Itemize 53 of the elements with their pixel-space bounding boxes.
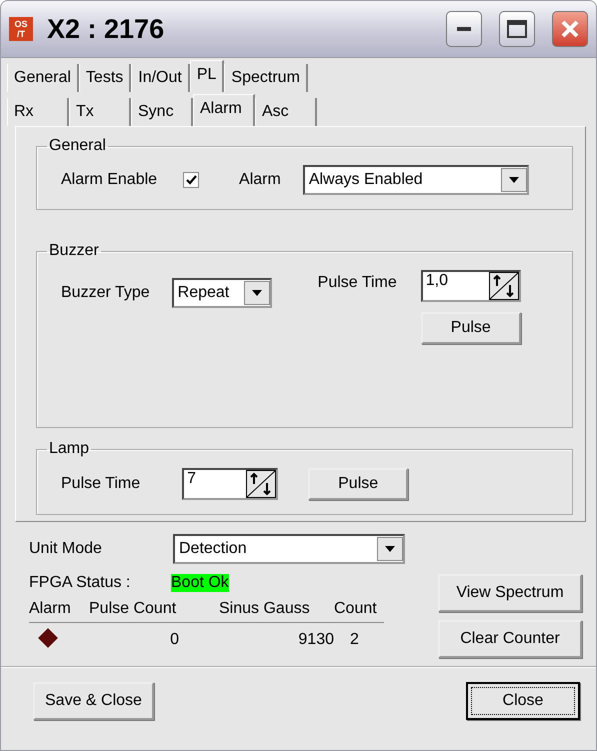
column-header: Count — [334, 600, 384, 623]
dialog-button[interactable]: Close — [466, 682, 580, 720]
table-cell-text: 9130 — [297, 630, 334, 649]
maximize-icon — [507, 20, 527, 38]
pulse-button[interactable]: Pulse — [308, 468, 408, 500]
column-header: Sinus Gauss — [219, 600, 334, 623]
field-label: Pulse Time — [61, 475, 140, 493]
dropdown[interactable]: Detection — [173, 534, 405, 564]
tab[interactable]: Tx — [69, 98, 131, 126]
action-button[interactable]: Clear Counter — [438, 620, 582, 658]
field-label: Pulse Time — [318, 274, 397, 292]
pulse-button[interactable]: Pulse — [420, 312, 521, 344]
app-icon: OS /T — [9, 17, 33, 41]
table-cell-text: 2 — [349, 630, 360, 649]
number-field[interactable]: 7 — [182, 468, 278, 500]
field-label: Alarm Enable — [61, 171, 158, 189]
dialog-button[interactable]: Save & Close — [33, 682, 154, 720]
column-header: Pulse Count — [89, 600, 219, 623]
tab[interactable]: Alarm — [193, 94, 255, 126]
maximize-button[interactable] — [499, 11, 535, 47]
action-button[interactable]: View Spectrum — [438, 574, 582, 612]
tab[interactable]: General — [7, 64, 79, 92]
group-title: Lamp — [48, 440, 90, 458]
group-title: Buzzer — [48, 242, 100, 260]
field-label: Unit Mode — [29, 540, 103, 558]
status-text: Boot Ok — [171, 574, 229, 592]
minimize-icon — [457, 27, 471, 31]
tab[interactable]: PL — [190, 60, 224, 92]
group-title: General — [48, 137, 107, 155]
number-field[interactable]: 1,0 — [420, 270, 521, 302]
dropdown-arrow-icon — [252, 290, 262, 296]
field-label: Buzzer Type — [61, 284, 150, 302]
tab[interactable]: Tests — [78, 64, 132, 92]
checkbox[interactable] — [183, 172, 200, 188]
spinner-arrows-icon[interactable] — [246, 470, 276, 498]
dropdown-arrow-icon — [508, 177, 519, 183]
tab[interactable]: Asc — [255, 98, 317, 126]
minimize-button[interactable] — [446, 11, 482, 47]
close-button[interactable] — [552, 11, 588, 47]
tab[interactable]: In/Out — [131, 64, 190, 92]
table-cell-text: 0 — [169, 630, 180, 649]
column-header: Alarm — [29, 600, 89, 623]
dropdown[interactable]: Repeat — [172, 278, 272, 308]
close-icon — [560, 19, 580, 39]
window-title: X2 : 2176 — [47, 14, 166, 44]
tab[interactable]: Rx — [7, 98, 69, 126]
tab[interactable]: Spectrum — [224, 64, 308, 92]
dropdown-arrow-icon — [385, 546, 395, 552]
dropdown[interactable]: Always Enabled — [302, 165, 529, 195]
field-label: FPGA Status : — [29, 574, 132, 592]
field-label: Alarm — [239, 171, 281, 189]
tab[interactable]: Sync — [131, 98, 193, 126]
spinner-arrows-icon[interactable] — [488, 272, 519, 300]
